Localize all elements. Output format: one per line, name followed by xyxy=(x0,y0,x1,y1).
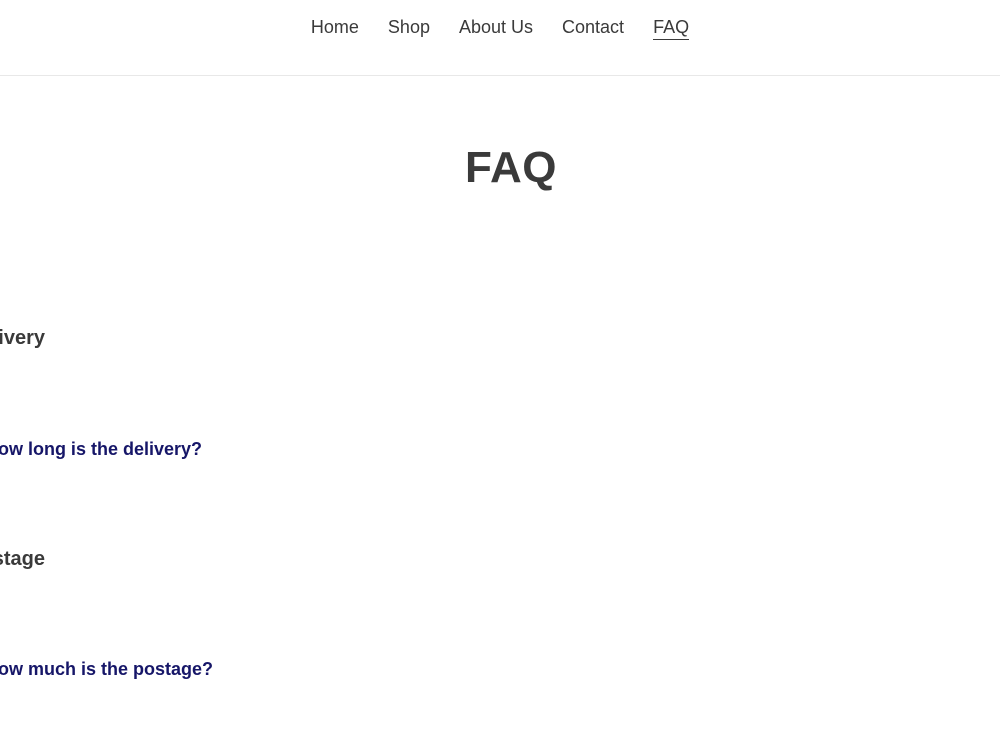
faq-question-postage-cost[interactable]: How much is the postage? xyxy=(0,658,213,680)
faq-page: Home Shop About Us Contact FAQ FAQ Deliv… xyxy=(0,0,1000,750)
faq-list: Delivery How long is the delivery? Posta… xyxy=(0,0,1000,750)
faq-section-heading-postage: Postage xyxy=(0,548,45,570)
faq-question-delivery-time[interactable]: How long is the delivery? xyxy=(0,438,202,460)
faq-section-heading-delivery: Delivery xyxy=(0,327,45,349)
